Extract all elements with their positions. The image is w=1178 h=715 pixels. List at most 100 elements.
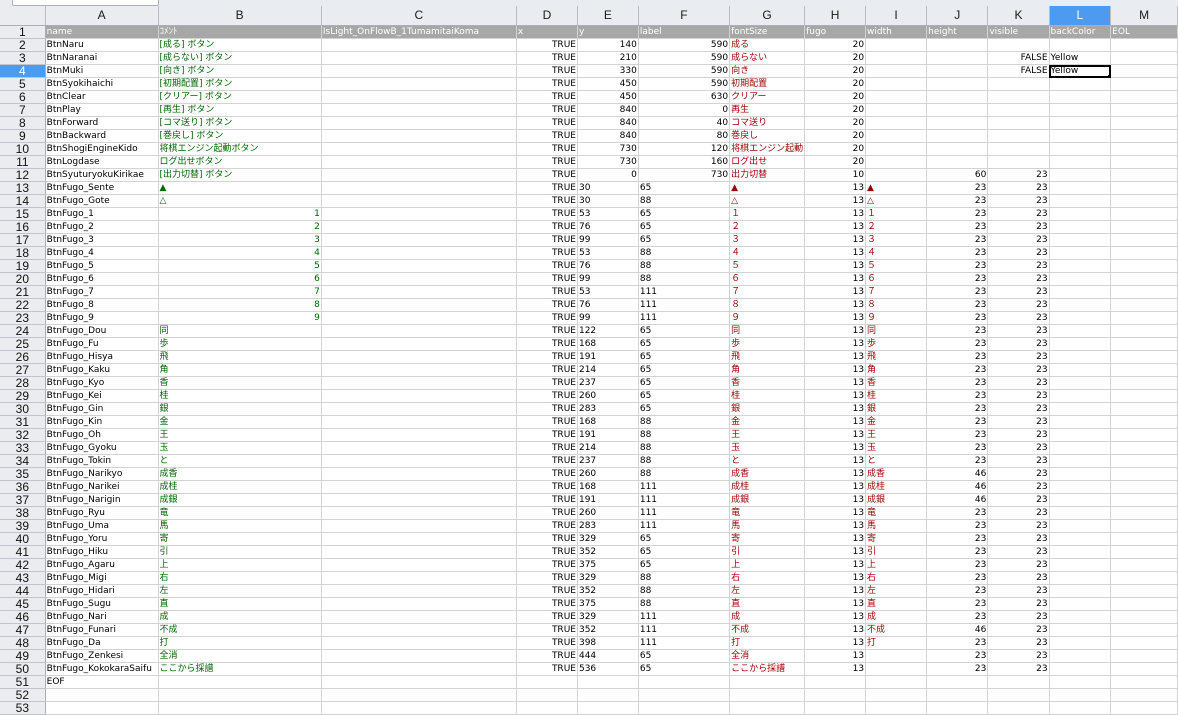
cell-i7[interactable] (865, 103, 928, 117)
cell-d44[interactable]: TRUE (516, 584, 578, 598)
cell-i42[interactable]: 上 (865, 558, 928, 572)
cell-d18[interactable]: TRUE (516, 246, 578, 260)
cell-a30[interactable]: BtnFugo_Gin (45, 402, 159, 416)
cell-c35[interactable] (321, 467, 517, 481)
cell-g41[interactable]: 引 (729, 545, 806, 559)
row-header[interactable]: 21 (0, 285, 46, 299)
cell-f49[interactable]: 65 (638, 649, 731, 663)
cell-d1[interactable]: x (516, 25, 578, 39)
cell-i43[interactable]: 右 (865, 571, 928, 585)
cell-j41[interactable]: 23 (926, 545, 989, 559)
cell-d19[interactable]: TRUE (516, 259, 578, 273)
cell-m4[interactable] (1110, 64, 1178, 78)
cell-l31[interactable] (1049, 415, 1112, 429)
cell-k7[interactable] (987, 103, 1050, 117)
cell-i29[interactable]: 桂 (865, 389, 928, 403)
cell-g43[interactable]: 右 (729, 571, 806, 585)
cell-c29[interactable] (321, 389, 517, 403)
cell-i52[interactable] (865, 688, 928, 702)
cell-l18[interactable] (1049, 246, 1112, 260)
row-header[interactable]: 33 (0, 441, 46, 455)
cell-f8[interactable]: 40 (638, 116, 731, 130)
cell-a46[interactable]: BtnFugo_Nari (45, 610, 159, 624)
cell-h39[interactable]: 13 (804, 519, 867, 533)
cell-i15[interactable]: １ (865, 207, 928, 221)
cell-m53[interactable] (1110, 701, 1178, 715)
cell-k6[interactable] (987, 90, 1050, 104)
cell-j37[interactable]: 46 (926, 493, 989, 507)
cell-m12[interactable] (1110, 168, 1178, 182)
cell-b31[interactable]: 金 (158, 415, 322, 429)
cell-i18[interactable]: ４ (865, 246, 928, 260)
cell-g9[interactable]: 巻戻し (729, 129, 806, 143)
cell-e23[interactable]: 99 (577, 311, 639, 325)
cell-h45[interactable]: 13 (804, 597, 867, 611)
cell-j10[interactable] (926, 142, 989, 156)
cell-i25[interactable]: 歩 (865, 337, 928, 351)
cell-a39[interactable]: BtnFugo_Uma (45, 519, 159, 533)
cell-l7[interactable] (1049, 103, 1112, 117)
cell-i38[interactable]: 竜 (865, 506, 928, 520)
column-header-m[interactable]: M (1110, 6, 1178, 26)
cell-h4[interactable]: 20 (804, 64, 867, 78)
cell-l11[interactable] (1049, 155, 1112, 169)
cell-b40[interactable]: 寄 (158, 532, 322, 546)
cell-d38[interactable]: TRUE (516, 506, 578, 520)
cell-c6[interactable] (321, 90, 517, 104)
cell-d21[interactable]: TRUE (516, 285, 578, 299)
row-header[interactable]: 22 (0, 298, 46, 312)
cell-f42[interactable]: 65 (638, 558, 731, 572)
cell-d32[interactable]: TRUE (516, 428, 578, 442)
cell-e44[interactable]: 352 (577, 584, 639, 598)
cell-i32[interactable]: 王 (865, 428, 928, 442)
cell-j15[interactable]: 23 (926, 207, 989, 221)
cell-d40[interactable]: TRUE (516, 532, 578, 546)
cell-c28[interactable] (321, 376, 517, 390)
cell-e18[interactable]: 53 (577, 246, 639, 260)
cell-j42[interactable]: 23 (926, 558, 989, 572)
cell-h38[interactable]: 13 (804, 506, 867, 520)
cell-h10[interactable]: 20 (804, 142, 867, 156)
cell-b11[interactable]: ログ出せボタン (158, 155, 322, 169)
cell-f24[interactable]: 65 (638, 324, 731, 338)
cell-g11[interactable]: ログ出せ (729, 155, 806, 169)
cell-e25[interactable]: 168 (577, 337, 639, 351)
cell-f11[interactable]: 160 (638, 155, 731, 169)
cell-k13[interactable]: 23 (987, 181, 1050, 195)
cell-l13[interactable] (1049, 181, 1112, 195)
cell-d17[interactable]: TRUE (516, 233, 578, 247)
cell-m33[interactable] (1110, 441, 1178, 455)
cell-k40[interactable]: 23 (987, 532, 1050, 546)
row-header[interactable]: 35 (0, 467, 46, 481)
cell-e43[interactable]: 329 (577, 571, 639, 585)
cell-m6[interactable] (1110, 90, 1178, 104)
cell-g31[interactable]: 金 (729, 415, 806, 429)
cell-c42[interactable] (321, 558, 517, 572)
cell-d47[interactable]: TRUE (516, 623, 578, 637)
cell-c2[interactable] (321, 38, 517, 52)
cell-k46[interactable]: 23 (987, 610, 1050, 624)
row-header[interactable]: 44 (0, 584, 46, 598)
cell-c30[interactable] (321, 402, 517, 416)
column-header-f[interactable]: F (638, 6, 731, 26)
cell-m35[interactable] (1110, 467, 1178, 481)
cell-b36[interactable]: 成桂 (158, 480, 322, 494)
cell-h47[interactable]: 13 (804, 623, 867, 637)
cell-a15[interactable]: BtnFugo_1 (45, 207, 159, 221)
cell-a9[interactable]: BtnBackward (45, 129, 159, 143)
cell-c1[interactable]: IsLight_OnFlowB_1TumamitaiKoma (321, 25, 517, 39)
cell-c41[interactable] (321, 545, 517, 559)
cell-l17[interactable] (1049, 233, 1112, 247)
cell-f26[interactable]: 65 (638, 350, 731, 364)
cell-k31[interactable]: 23 (987, 415, 1050, 429)
cell-c24[interactable] (321, 324, 517, 338)
cell-i17[interactable]: ３ (865, 233, 928, 247)
cell-e11[interactable]: 730 (577, 155, 639, 169)
cell-k27[interactable]: 23 (987, 363, 1050, 377)
cell-b22[interactable]: 8 (158, 298, 322, 312)
cell-g40[interactable]: 寄 (729, 532, 806, 546)
cell-a23[interactable]: BtnFugo_9 (45, 311, 159, 325)
cell-k3[interactable]: FALSE (987, 51, 1050, 65)
cell-k14[interactable]: 23 (987, 194, 1050, 208)
cell-g27[interactable]: 角 (729, 363, 806, 377)
